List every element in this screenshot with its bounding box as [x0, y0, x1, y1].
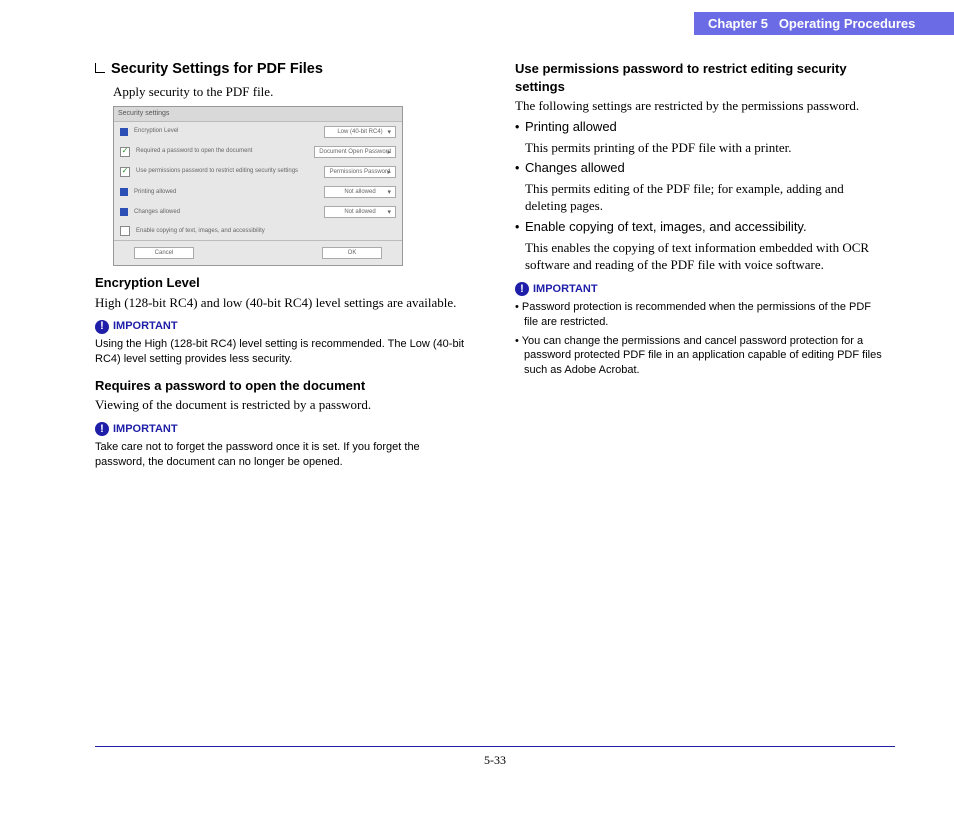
row-label: Required a password to open the document: [136, 148, 308, 155]
intro-text: Apply security to the PDF file.: [113, 83, 465, 101]
bullet-body: This permits editing of the PDF file; fo…: [525, 180, 885, 215]
encryption-body: High (128-bit RC4) and low (40-bit RC4) …: [95, 294, 465, 312]
important-text-2: Take care not to forget the password onc…: [95, 440, 465, 470]
bullet-title: Enable copying of text, images, and acce…: [525, 219, 807, 234]
important-label: IMPORTANT: [113, 319, 178, 334]
left-column: Security Settings for PDF Files Apply se…: [95, 60, 465, 479]
exclamation-icon: !: [95, 320, 109, 334]
important-callout: ! IMPORTANT: [515, 282, 885, 297]
square-icon: [120, 188, 128, 196]
row-label: Changes allowed: [134, 209, 318, 216]
row-label: Enable copying of text, images, and acce…: [136, 228, 396, 235]
chapter-number: Chapter 5: [708, 16, 768, 31]
row-label: Printing allowed: [134, 189, 318, 196]
chapter-header: Chapter 5 Operating Procedures: [694, 12, 954, 35]
checkbox-outline-icon: [95, 63, 105, 73]
important-callout: ! IMPORTANT: [95, 422, 465, 437]
bullet-item: •Enable copying of text, images, and acc…: [515, 218, 885, 236]
bullet-item: •Changes allowed: [515, 159, 885, 177]
dialog-title: Security settings: [114, 107, 402, 121]
section-heading-text: Security Settings for PDF Files: [111, 61, 323, 77]
important-callout: ! IMPORTANT: [95, 319, 465, 334]
bullet-title: Printing allowed: [525, 119, 617, 134]
page-number: 5-33: [484, 753, 506, 767]
checkbox-icon[interactable]: ✓: [120, 167, 130, 177]
requires-password-heading: Requires a password to open the document: [95, 377, 465, 395]
encryption-heading: Encryption Level: [95, 274, 465, 292]
bullet-body: This permits printing of the PDF file wi…: [525, 139, 885, 157]
security-settings-dialog: Security settings Encryption Level Low (…: [113, 106, 403, 266]
row-label: Use permissions password to restrict edi…: [136, 168, 318, 175]
exclamation-icon: !: [95, 422, 109, 436]
square-icon: [120, 128, 128, 136]
printing-dropdown[interactable]: Not allowed: [324, 186, 396, 198]
important-label: IMPORTANT: [533, 282, 598, 297]
right-column: Use permissions password to restrict edi…: [515, 60, 885, 479]
important-bullet-2: • You can change the permissions and can…: [515, 334, 885, 379]
doc-password-button[interactable]: Document Open Password: [314, 146, 396, 158]
requires-password-body: Viewing of the document is restricted by…: [95, 396, 465, 414]
page-footer: 5-33: [95, 746, 895, 768]
exclamation-icon: !: [515, 282, 529, 296]
important-label: IMPORTANT: [113, 422, 178, 437]
changes-dropdown[interactable]: Not allowed: [324, 206, 396, 218]
row-label: Encryption Level: [134, 128, 318, 135]
checkbox-icon[interactable]: ✓: [120, 147, 130, 157]
bullet-item: •Printing allowed: [515, 118, 885, 136]
bullet-title: Changes allowed: [525, 160, 625, 175]
encryption-dropdown[interactable]: Low (40-bit RC4): [324, 126, 396, 138]
important-text-1: Using the High (128-bit RC4) level setti…: [95, 337, 465, 367]
bullet-body: This enables the copying of text informa…: [525, 239, 885, 274]
chapter-title: Operating Procedures: [779, 16, 916, 31]
ok-button[interactable]: OK: [322, 247, 382, 259]
permissions-intro: The following settings are restricted by…: [515, 97, 885, 115]
perm-password-button[interactable]: Permissions Password: [324, 166, 396, 178]
square-icon: [120, 208, 128, 216]
important-bullet-1: • Password protection is recommended whe…: [515, 300, 885, 330]
permissions-heading: Use permissions password to restrict edi…: [515, 60, 885, 95]
section-heading: Security Settings for PDF Files: [95, 60, 465, 80]
checkbox-icon[interactable]: ✓: [120, 226, 130, 236]
cancel-button[interactable]: Cancel: [134, 247, 194, 259]
page-content: Security Settings for PDF Files Apply se…: [95, 60, 895, 479]
